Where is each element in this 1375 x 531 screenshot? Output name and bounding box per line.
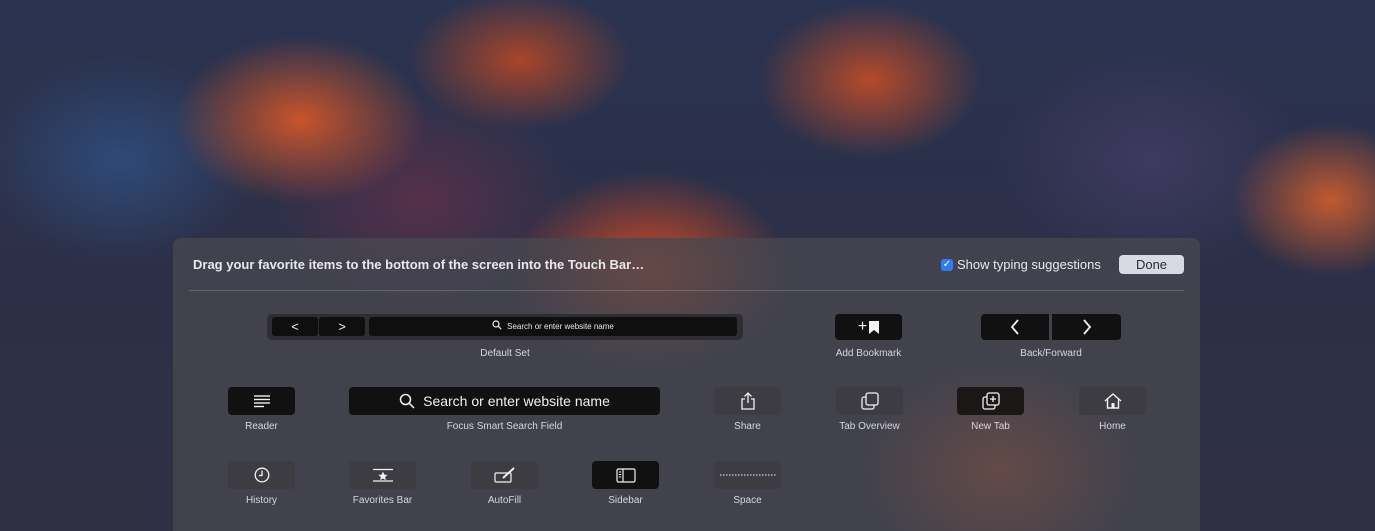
done-button[interactable]: Done xyxy=(1119,255,1184,274)
focus-search-placeholder: Search or enter website name xyxy=(423,393,610,409)
reader-item[interactable] xyxy=(228,387,295,415)
forward-button-item[interactable] xyxy=(1052,314,1121,340)
space-label: Space xyxy=(733,495,762,506)
share-icon xyxy=(740,392,755,410)
bookmark-icon xyxy=(869,320,880,334)
new-tab-label: New Tab xyxy=(971,421,1010,432)
autofill-label: AutoFill xyxy=(487,495,522,506)
reader-icon xyxy=(253,395,270,408)
add-bookmark-item[interactable]: + xyxy=(835,314,902,340)
sidebar-item[interactable] xyxy=(592,461,659,489)
chevron-right-icon xyxy=(1082,319,1091,335)
tab-overview-label: Tab Overview xyxy=(839,421,900,432)
favorites-bar-item[interactable] xyxy=(349,461,416,489)
sidebar-icon xyxy=(615,467,636,483)
home-icon xyxy=(1104,393,1121,409)
sidebar-label: Sidebar xyxy=(608,495,643,506)
default-set-strip[interactable]: < > Search or enter website name xyxy=(267,314,743,340)
autofill-icon xyxy=(493,467,515,483)
back-button-item[interactable] xyxy=(981,314,1049,340)
new-tab-icon xyxy=(981,392,1000,410)
search-icon xyxy=(399,393,415,409)
plus-icon: + xyxy=(857,318,868,335)
home-item[interactable] xyxy=(1079,387,1146,415)
back-forward-label: Back/Forward xyxy=(1020,348,1082,359)
chevron-left-icon xyxy=(1010,319,1019,335)
history-label: History xyxy=(245,495,278,506)
default-set-search-placeholder: Search or enter website name xyxy=(507,322,614,331)
touch-bar-customization-panel: Drag your favorite items to the bottom o… xyxy=(173,238,1200,531)
default-set-back-button: < xyxy=(272,317,318,336)
divider xyxy=(189,290,1184,291)
space-icon xyxy=(719,474,776,476)
home-label: Home xyxy=(1099,421,1126,432)
show-typing-suggestions-toggle[interactable]: ✓ Show typing suggestions xyxy=(941,257,1101,272)
focus-smart-search-field-item[interactable]: Search or enter website name xyxy=(349,387,660,415)
history-item[interactable] xyxy=(228,461,295,489)
search-icon xyxy=(492,320,502,333)
focus-smart-search-field-label: Focus Smart Search Field xyxy=(446,421,563,432)
share-item[interactable] xyxy=(714,387,781,415)
favorites-bar-label: Favorites Bar xyxy=(352,495,413,506)
clock-icon xyxy=(254,467,269,483)
default-set-search-field: Search or enter website name xyxy=(369,317,737,336)
tab-overview-icon xyxy=(860,392,879,410)
autofill-item[interactable] xyxy=(471,461,538,489)
space-item[interactable] xyxy=(714,461,781,489)
default-set-label: Default Set xyxy=(480,348,530,359)
new-tab-item[interactable] xyxy=(957,387,1024,415)
chevron-left-icon: < xyxy=(291,319,299,334)
show-typing-suggestions-label: Show typing suggestions xyxy=(957,257,1101,272)
reader-label: Reader xyxy=(245,421,278,432)
checkbox-checked-icon[interactable]: ✓ xyxy=(941,258,953,271)
share-label: Share xyxy=(734,421,761,432)
default-set-forward-button: > xyxy=(319,317,365,336)
add-bookmark-label: Add Bookmark xyxy=(835,348,902,359)
chevron-right-icon: > xyxy=(338,319,346,334)
favorites-bar-icon xyxy=(372,468,393,482)
tab-overview-item[interactable] xyxy=(836,387,903,415)
panel-title: Drag your favorite items to the bottom o… xyxy=(193,257,645,272)
